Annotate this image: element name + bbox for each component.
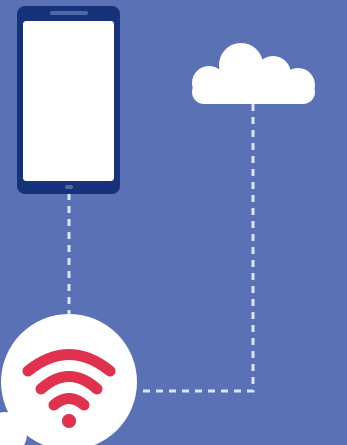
diagram-svg bbox=[0, 0, 347, 445]
phone-screen bbox=[23, 21, 114, 181]
wifi-dot bbox=[62, 414, 76, 428]
smartphone-icon bbox=[17, 6, 120, 194]
connectivity-diagram bbox=[0, 0, 347, 445]
phone-home-button bbox=[65, 185, 73, 189]
phone-speaker bbox=[50, 11, 88, 15]
